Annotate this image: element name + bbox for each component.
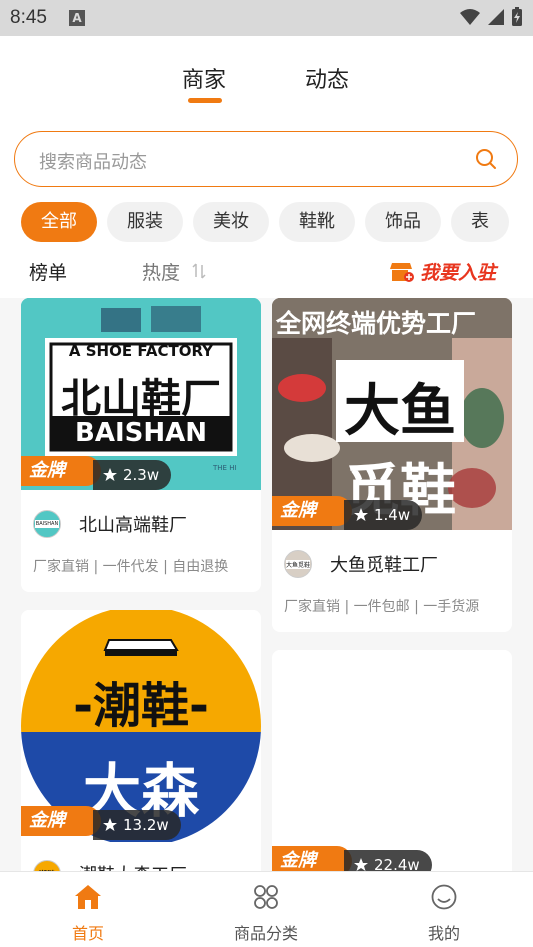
merchant-name-row: BAISHAN 北山高端鞋厂 bbox=[33, 510, 187, 538]
image-banner: 全网终端优势工厂 bbox=[276, 309, 477, 338]
chip-beauty[interactable]: 美妆 bbox=[193, 202, 269, 242]
tab-dynamic[interactable]: 动态 bbox=[305, 62, 349, 94]
search-input[interactable]: 搜索商品动态 bbox=[14, 131, 518, 187]
gold-badge: 金牌 bbox=[272, 846, 352, 871]
merchant-name: 潮鞋大森工厂 bbox=[79, 861, 187, 871]
heat-value: 22.4w bbox=[374, 856, 420, 871]
signal-icon bbox=[488, 9, 504, 25]
merchant-card-dasen[interactable]: -潮鞋- 大森 金牌 13.2w 潮鞋 潮鞋大森工厂 bbox=[21, 610, 261, 871]
wifi-icon bbox=[460, 9, 480, 25]
chip-all[interactable]: 全部 bbox=[21, 202, 97, 242]
merchant-avatar: 潮鞋 bbox=[33, 860, 61, 871]
tab-merchant[interactable]: 商家 bbox=[182, 62, 226, 94]
heat-badge: 22.4w bbox=[344, 850, 432, 871]
join-button[interactable]: 我要入驻 bbox=[390, 258, 496, 285]
merchant-grid: A SHOE FACTORY 北山鞋厂 BAISHAN THE HI 金牌 2.… bbox=[0, 298, 533, 871]
sort-rank[interactable]: 榜单 bbox=[29, 258, 67, 285]
gold-badge: 金牌 bbox=[21, 806, 101, 836]
join-label: 我要入驻 bbox=[420, 262, 497, 284]
merchant-tags: 厂家直销 | 一件包邮 | 一手货源 bbox=[284, 599, 480, 615]
merchant-name-row: 潮鞋 潮鞋大森工厂 bbox=[33, 860, 187, 871]
search-placeholder: 搜索商品动态 bbox=[39, 152, 147, 173]
gold-badge: 金牌 bbox=[272, 496, 352, 526]
image-line-1: -潮鞋- bbox=[73, 678, 209, 734]
merchant-image bbox=[272, 650, 512, 871]
home-icon bbox=[75, 885, 101, 909]
image-corner-text: THE HI bbox=[213, 464, 237, 472]
nav-categories-label: 商品分类 bbox=[233, 924, 298, 943]
sort-row: 榜单 热度 我要入驻 bbox=[0, 256, 533, 286]
heat-value: 1.4w bbox=[374, 506, 411, 524]
nav-profile-label: 我的 bbox=[427, 924, 460, 943]
store-icon bbox=[390, 262, 414, 282]
image-big-1: 大鱼 bbox=[344, 379, 456, 444]
categories-icon bbox=[254, 885, 278, 909]
status-time: 8:45 bbox=[10, 7, 47, 28]
heat-badge: 2.3w bbox=[93, 460, 172, 490]
merchant-name-row: 大鱼觅鞋 大鱼觅鞋工厂 bbox=[284, 550, 438, 578]
sort-toggle-icon[interactable] bbox=[192, 263, 206, 279]
category-chips: 全部 服装 美妆 鞋靴 饰品表 bbox=[21, 202, 533, 242]
smile-icon bbox=[431, 884, 457, 910]
notification-icon: A bbox=[68, 10, 85, 26]
star-icon bbox=[354, 508, 368, 521]
bottom-nav: 首页 商品分类 我的 bbox=[0, 871, 533, 947]
nav-home[interactable]: 首页 bbox=[28, 884, 148, 944]
image-line-1: A SHOE FACTORY bbox=[68, 342, 214, 360]
chip-clothing[interactable]: 服装 bbox=[107, 202, 183, 242]
gold-badge: 金牌 bbox=[21, 456, 101, 486]
nav-profile[interactable]: 我的 bbox=[384, 884, 504, 944]
merchant-name: 大鱼觅鞋工厂 bbox=[330, 555, 438, 576]
merchant-card-beishan[interactable]: A SHOE FACTORY 北山鞋厂 BAISHAN THE HI 金牌 2.… bbox=[21, 298, 261, 592]
merchant-card-4[interactable]: 金牌 22.4w bbox=[272, 650, 512, 871]
status-bar: 8:45 A bbox=[0, 0, 533, 36]
star-icon bbox=[103, 818, 117, 831]
image-line-3: BAISHAN bbox=[51, 416, 231, 450]
status-indicators bbox=[459, 7, 523, 27]
merchant-name: 北山高端鞋厂 bbox=[79, 515, 187, 536]
top-tab-bar: 商家 动态 bbox=[0, 36, 533, 128]
nav-home-label: 首页 bbox=[71, 924, 104, 943]
heat-value: 13.2w bbox=[123, 816, 169, 834]
heat-badge: 13.2w bbox=[93, 810, 181, 840]
star-icon bbox=[354, 858, 368, 871]
star-icon bbox=[103, 468, 117, 481]
chip-shoes[interactable]: 鞋靴 bbox=[279, 202, 355, 242]
avatar-text: 大鱼觅鞋 bbox=[285, 559, 310, 569]
avatar-text: BAISHAN bbox=[34, 520, 60, 528]
merchant-avatar: 大鱼觅鞋 bbox=[284, 550, 312, 578]
nav-categories[interactable]: 商品分类 bbox=[206, 884, 326, 944]
heat-badge: 1.4w bbox=[344, 500, 423, 530]
merchant-card-dayu[interactable]: 全网终端优势工厂 大鱼 觅鞋 金牌 1.4w 大鱼觅鞋 大鱼觅鞋工厂 厂家直销 … bbox=[272, 298, 512, 632]
sort-hot[interactable]: 热度 bbox=[142, 258, 180, 285]
merchant-avatar: BAISHAN bbox=[33, 510, 61, 538]
search-icon[interactable] bbox=[475, 148, 497, 170]
active-tab-indicator bbox=[188, 98, 222, 103]
merchant-tags: 厂家直销 | 一件代发 | 自由退换 bbox=[33, 559, 229, 575]
battery-icon bbox=[512, 7, 522, 26]
chip-accessories[interactable]: 饰品 bbox=[365, 202, 441, 242]
chip-watches[interactable]: 表 bbox=[451, 202, 509, 242]
heat-value: 2.3w bbox=[123, 466, 160, 484]
